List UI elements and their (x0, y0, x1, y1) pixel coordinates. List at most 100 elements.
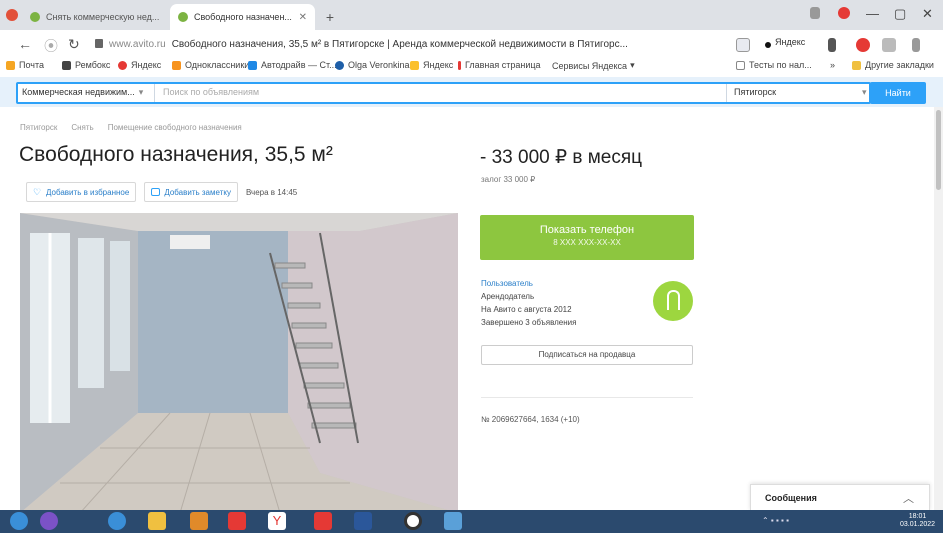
heart-icon: ♡ (33, 187, 42, 197)
profile-label[interactable]: Яндекс (775, 37, 805, 47)
note-icon (151, 188, 161, 196)
more-icon: » (830, 60, 836, 70)
site-search-bar: Коммерческая недвижим... ▾ Поиск по объяв… (0, 77, 943, 107)
price-dash: - (480, 147, 492, 168)
yandex-icon (118, 60, 127, 70)
yandex-icon[interactable] (765, 42, 771, 48)
bookmark-rembox[interactable]: Рембокс (62, 60, 110, 70)
chevron-up-icon[interactable]: ︿ (903, 490, 914, 506)
vk-icon (335, 60, 344, 70)
maximize-button[interactable]: ▢ (894, 6, 906, 22)
listing-actions: ♡ Добавить в избранное Добавить заметку В… (26, 182, 297, 202)
yandex-icon (410, 60, 419, 70)
lock-icon (95, 39, 103, 48)
windows-taskbar: Y ⌃ ▪ ▪ ▪ ▪ 18:01 03.01.2022 (0, 510, 943, 533)
deposit-text: залог 33 000 ₽ (481, 175, 536, 184)
ok-icon (172, 60, 181, 70)
translate-icon[interactable] (736, 38, 750, 52)
store-icon[interactable] (228, 512, 246, 530)
avito-favicon-icon (178, 12, 188, 22)
app-icon[interactable] (190, 512, 208, 530)
extension-red-icon[interactable] (856, 38, 870, 52)
reload-button[interactable]: ↻ (68, 36, 80, 53)
divider (481, 397, 693, 398)
yandex-browser-taskbar-icon[interactable]: Y (268, 512, 286, 530)
extension-icon[interactable] (810, 7, 820, 19)
bookmark-mail[interactable]: Почта (6, 60, 44, 70)
minimize-button[interactable]: — (866, 6, 879, 21)
listing-title: Свободного назначения, 35,5 м² (19, 143, 333, 166)
autodrive-icon (248, 60, 257, 70)
price-value: 33 000 ₽ в месяц (491, 147, 643, 168)
subscribe-seller-button[interactable]: Подписаться на продавца (481, 345, 693, 365)
taskbar-clock[interactable]: 18:01 03.01.2022 (900, 513, 935, 529)
tab-close-icon[interactable]: ✕ (299, 12, 307, 23)
download-icon[interactable] (912, 38, 920, 52)
browser-tabstrip: Снять коммерческую нед... Свободного наз… (0, 0, 943, 30)
browser-menu-icon[interactable] (6, 9, 18, 21)
home-icon (458, 60, 461, 70)
ad-number-and-views: № 2069627664, 1634 (+10) (481, 415, 580, 424)
search-input[interactable]: Поиск по объявлениям (163, 87, 259, 97)
new-tab-button[interactable]: + (320, 8, 340, 26)
bookmark-autodrive[interactable]: Автодрайв — Ст... (248, 60, 337, 70)
show-phone-label: Показать телефон (539, 224, 635, 236)
seller-name-link[interactable]: Пользователь (481, 279, 533, 288)
messages-widget[interactable]: Сообщения ︿ (750, 484, 930, 511)
url-page-title: Свободного назначения, 35,5 м² в Пятигор… (171, 39, 628, 50)
listing-price: - 33 000 ₽ в месяц (480, 146, 642, 169)
breadcrumb-rent[interactable]: Снять (71, 123, 93, 132)
forward-button[interactable]: ⦿ (44, 36, 58, 56)
start-button-icon[interactable] (10, 512, 28, 530)
breadcrumb: Пятигорск Снять Помещение свободного назна… (20, 123, 256, 132)
page-icon (736, 60, 745, 70)
listing-photo[interactable] (20, 213, 458, 513)
show-phone-button[interactable]: Показать телефон 8 XXX XXX-XX-XX (480, 215, 694, 260)
bookmarks-bar: Почта Рембокс Яндекс Одноклассники Автод… (0, 55, 943, 77)
category-select[interactable]: Коммерческая недвижим... ▾ (22, 87, 143, 98)
word-icon[interactable] (354, 512, 372, 530)
bookmark-tests[interactable]: Тесты по нал... (736, 60, 812, 70)
folder-icon (852, 60, 861, 70)
scrollbar-thumb[interactable] (936, 110, 941, 190)
bookmark-yandex-services[interactable]: Сервисы Яндекса ▾ (552, 60, 635, 71)
search-form: Коммерческая недвижим... ▾ Поиск по объяв… (16, 82, 871, 104)
url-host: www.avito.ru (109, 39, 166, 50)
seller-since: На Авито с августа 2012 (481, 305, 572, 314)
ie-icon[interactable] (108, 512, 126, 530)
back-button[interactable]: ← (18, 36, 32, 52)
alice-icon[interactable] (838, 7, 850, 19)
extension-gray-icon[interactable] (882, 38, 896, 52)
explorer-icon[interactable] (148, 512, 166, 530)
breadcrumb-city[interactable]: Пятигорск (20, 123, 57, 132)
bookmark-home[interactable]: Главная страница (458, 60, 541, 70)
bookmark-yandex[interactable]: Яндекс (118, 60, 161, 70)
search-divider (726, 84, 727, 102)
avito-favicon-icon (30, 12, 40, 22)
breadcrumb-category[interactable]: Помещение свободного назначения (108, 123, 242, 132)
chrome-icon[interactable] (404, 512, 422, 530)
messages-label: Сообщения (765, 493, 817, 503)
chevron-down-icon[interactable]: ▾ (862, 87, 867, 98)
bookmark-yandex-2[interactable]: Яндекс (410, 60, 453, 70)
tab-current-listing[interactable]: Свободного назначен... ✕ (170, 4, 315, 30)
city-select[interactable]: Пятигорск (734, 87, 776, 97)
bookmark-star-icon[interactable] (828, 38, 836, 52)
system-tray[interactable]: ⌃ ▪ ▪ ▪ ▪ (762, 516, 789, 525)
add-to-favorites-button[interactable]: ♡ Добавить в избранное (26, 182, 137, 202)
add-note-button[interactable]: Добавить заметку (144, 182, 238, 202)
search-button[interactable]: Найти (870, 82, 926, 104)
window-icon[interactable] (444, 512, 462, 530)
yandex-taskbar-icon[interactable] (314, 512, 332, 530)
bookmark-ok[interactable]: Одноклассники (172, 60, 249, 70)
bookmarks-overflow[interactable]: » (830, 60, 835, 70)
cortana-icon[interactable] (40, 512, 58, 530)
phone-masked: 8 XXX XXX-XX-XX (553, 238, 621, 247)
bookmark-olga[interactable]: Olga Veronkina (335, 60, 410, 70)
close-window-button[interactable]: ✕ (922, 6, 933, 22)
tab-rent-commercial[interactable]: Снять коммерческую нед... (22, 4, 182, 30)
tab-title: Снять коммерческую нед... (46, 12, 160, 22)
bookmark-other[interactable]: Другие закладки (852, 60, 934, 70)
seller-avatar[interactable] (653, 281, 693, 321)
url-field[interactable]: www.avito.ru Свободного назначения, 35,5 … (95, 35, 715, 55)
